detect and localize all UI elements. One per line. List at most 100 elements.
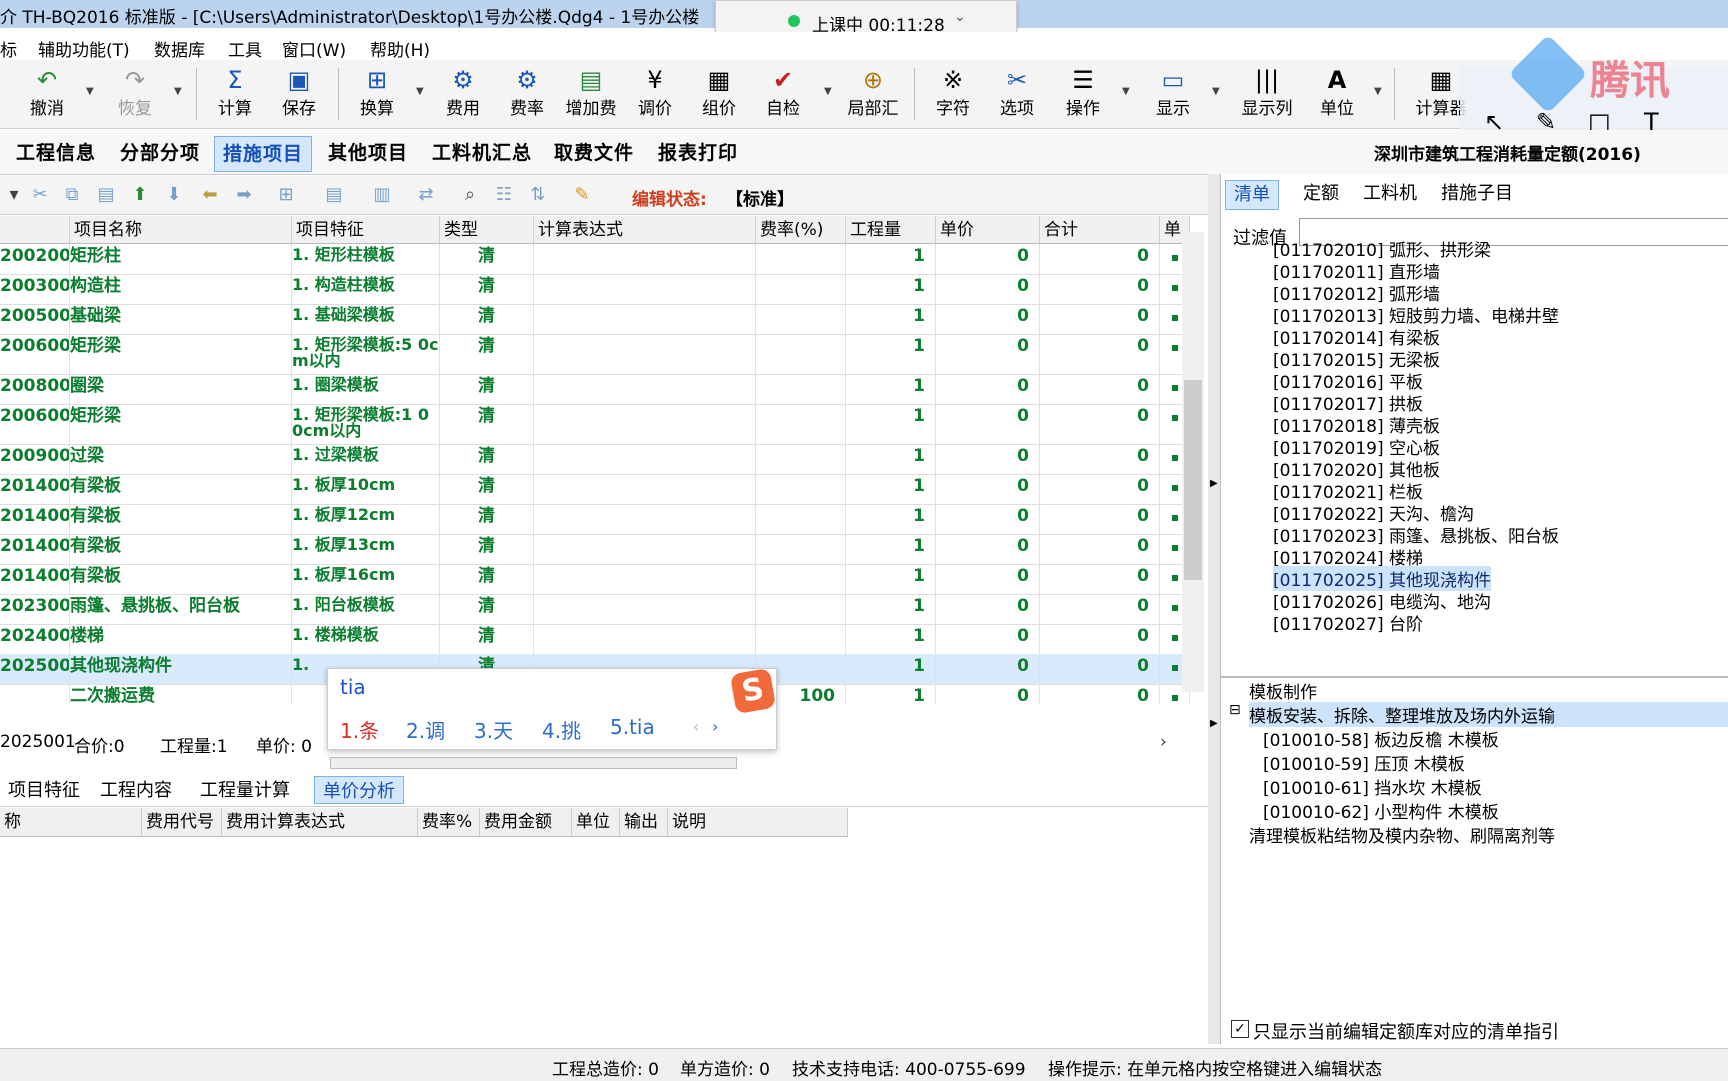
column-header-type[interactable]: 类型 [440,216,534,244]
cell-type[interactable]: 清 [440,594,534,624]
column-header-name2[interactable]: 称 [0,808,142,836]
cell-total[interactable]: 0 [1040,534,1160,564]
paste-icon[interactable]: ▤ [94,184,118,206]
cell-rate[interactable] [756,624,846,654]
cell-feat[interactable]: 1. 矩形柱模板 [292,244,440,274]
chevron-down-icon[interactable]: ▼ [86,86,94,97]
cell-expr[interactable] [534,624,756,654]
tab-other-items[interactable]: 其他项目 [320,136,416,170]
cell-qty[interactable]: 1 [846,654,936,684]
cell-type[interactable]: 清 [440,444,534,474]
table-row[interactable]: 2014003有梁板1. 板厚13cm清100 [0,534,1190,565]
cell-total[interactable]: 0 [1040,274,1160,304]
cell-type[interactable]: 清 [440,374,534,404]
cell-feat[interactable]: 1. 板厚16cm [292,564,440,594]
chevron-down-icon[interactable]: ▼ [824,86,832,97]
cell-expr[interactable] [534,404,756,444]
cell-type[interactable]: 清 [440,404,534,444]
chevron-down-icon[interactable]: ▼ [1212,86,1220,97]
column-header-unit-price[interactable]: 单价 [936,216,1040,244]
cell-code[interactable]: 2024001 [0,624,70,654]
cell-feat[interactable]: 1. 楼梯模板 [292,624,440,654]
table-row[interactable]: 2002001矩形柱1. 矩形柱模板清100 [0,244,1190,275]
cell-expr[interactable] [534,274,756,304]
cell-name[interactable]: 雨篷、悬挑板、阳台板 [70,594,292,624]
column-header-code[interactable] [0,216,70,244]
column-header-total[interactable]: 合计 [1040,216,1160,244]
tab-quota[interactable]: 定额 [1295,180,1347,208]
tab-work-content[interactable]: 工程内容 [92,776,180,802]
menu-item-tools[interactable]: 工具 [228,36,262,61]
find-icon[interactable]: ⌕ [458,184,482,206]
cell-name[interactable]: 二次搬运费 [70,684,292,704]
cell-rate[interactable] [756,244,846,274]
chevron-down-icon[interactable]: ▼ [174,86,182,97]
cell-qty[interactable]: 1 [846,564,936,594]
cell-feat[interactable]: 1. 过梁模板 [292,444,440,474]
chevron-down-icon[interactable]: ▼ [1374,86,1382,97]
tree-node-quota[interactable]: [010010-59] 压顶 木模板 [1263,750,1465,775]
cell-total[interactable]: 0 [1040,304,1160,334]
add-fee-button[interactable]: ▤ 增加费 [560,64,622,124]
table-row[interactable]: 2005001基础梁1. 基础梁模板清100 [0,304,1190,335]
cell-price[interactable]: 0 [936,474,1040,504]
cell-expr[interactable] [534,334,756,374]
chevron-down-icon[interactable]: ▾ [2,184,26,206]
cell-total[interactable]: 0 [1040,564,1160,594]
tree-node-bill[interactable]: [011702027] 台阶 [1273,610,1423,635]
cell-price[interactable]: 0 [936,334,1040,374]
cell-qty[interactable]: 1 [846,404,936,444]
cell-qty[interactable]: 1 [846,624,936,654]
tab-sub-items[interactable]: 分部分项 [112,136,208,170]
cell-code[interactable]: 2002001 [0,244,70,274]
cell-total[interactable]: 0 [1040,444,1160,474]
paint-icon[interactable]: ✎ [570,184,594,206]
table-row[interactable]: 2008001圈梁1. 圈梁模板清100 [0,374,1190,405]
chevron-down-icon[interactable]: ▼ [416,86,424,97]
insert-item-icon[interactable]: ⊞ [274,184,298,206]
cell-name[interactable]: 矩形梁 [70,404,292,444]
cell-qty[interactable]: 1 [846,474,936,504]
char-button[interactable]: ※ 字符 [922,64,984,124]
cell-feat[interactable]: 1. 板厚13cm [292,534,440,564]
cell-code[interactable]: 2006001 [0,334,70,374]
cell-rate[interactable] [756,304,846,334]
cell-code[interactable]: 2014003 [0,534,70,564]
cell-rate[interactable] [756,534,846,564]
cell-code[interactable]: 2014004 [0,564,70,594]
redo-button[interactable]: ↷ 恢复 [104,64,166,124]
tree-node-clean[interactable]: 清理模板粘结物及模内杂物、刷隔离剂等 [1249,822,1555,847]
cell-price[interactable]: 0 [936,244,1040,274]
adjust-price-button[interactable]: ¥ 调价 [624,64,686,124]
column-header-feature[interactable]: 项目特征 [292,216,440,244]
cell-feat[interactable]: 1. 板厚12cm [292,504,440,534]
table-row[interactable]: 2014002有梁板1. 板厚12cm清100 [0,504,1190,535]
cell-price[interactable]: 0 [936,624,1040,654]
table-row[interactable]: 2006002矩形梁1. 矩形梁模板:1 00cm以内清100 [0,404,1190,445]
cell-total[interactable]: 0 [1040,684,1160,704]
list-item-icon[interactable]: ▤ [322,184,346,206]
column-header-fee-code[interactable]: 费用代号 [142,808,222,836]
tab-report-print[interactable]: 报表打印 [650,136,746,170]
cell-expr[interactable] [534,444,756,474]
tree-node-install[interactable]: 模板安装、拆除、整理堆放及场内外运输 [1249,702,1728,727]
cell-qty[interactable]: 1 [846,374,936,404]
menu-item-window[interactable]: 窗口(W) [282,36,346,61]
chevron-down-icon[interactable]: ▼ [1122,86,1130,97]
cell-price[interactable]: 0 [936,444,1040,474]
move-right-icon[interactable]: ➡ [232,184,256,206]
cell-total[interactable]: 0 [1040,244,1160,274]
table-row[interactable]: 2006001矩形梁1. 矩形梁模板:5 0cm以内清100 [0,334,1190,375]
table-row[interactable]: 2014004有梁板1. 板厚16cm清100 [0,564,1190,595]
cell-total[interactable]: 0 [1040,624,1160,654]
cell-rate[interactable] [756,404,846,444]
cell-rate[interactable] [756,274,846,304]
cell-price[interactable]: 0 [936,534,1040,564]
cell-feat[interactable]: 1. 圈梁模板 [292,374,440,404]
cell-name[interactable]: 有梁板 [70,534,292,564]
tab-materials-summary[interactable]: 工料机汇总 [424,136,540,170]
options-button[interactable]: ✂ 选项 [986,64,1048,124]
menu-item-database[interactable]: 数据库 [154,36,205,61]
display-button[interactable]: ▭ 显示 [1142,64,1204,124]
tab-measure-sub[interactable]: 措施子目 [1433,180,1521,208]
